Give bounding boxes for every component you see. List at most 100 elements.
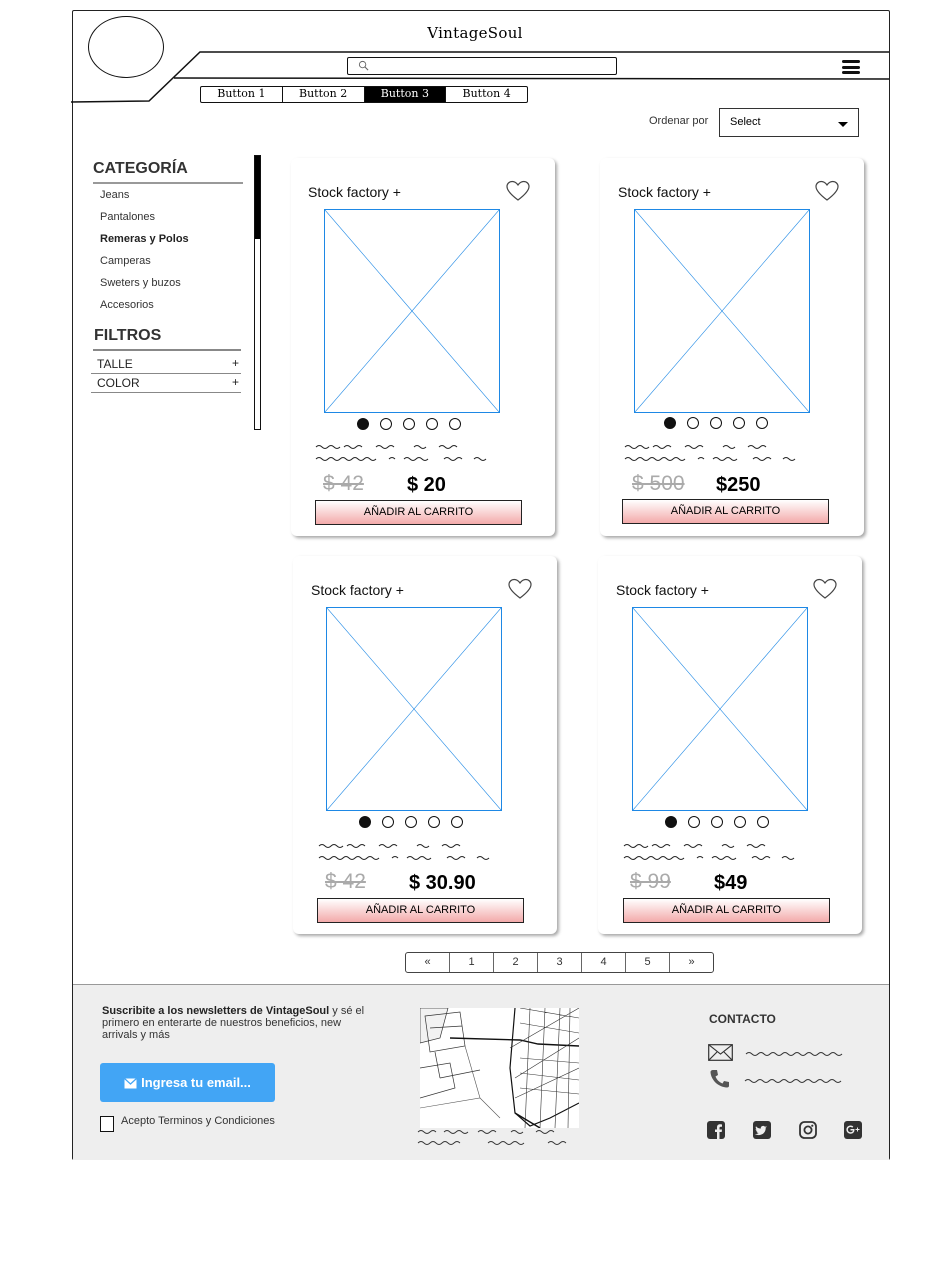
carousel-dot[interactable] (688, 816, 700, 828)
add-to-cart-button[interactable]: AÑADIR AL CARRITO (317, 898, 524, 923)
filters-title: FILTROS (94, 327, 162, 344)
phone-icon (710, 1070, 729, 1088)
carousel-dot[interactable] (757, 816, 769, 828)
category-title: CATEGORÍA (93, 160, 188, 177)
location-map[interactable] (420, 1008, 579, 1128)
expand-plus-icon[interactable]: + (232, 356, 239, 370)
contact-title: CONTACTO (709, 1012, 776, 1026)
email-icon (708, 1044, 733, 1061)
newsletter-email-button[interactable]: Ingresa tu email... (100, 1063, 275, 1102)
phone-scribble (744, 1079, 842, 1083)
sale-price: $ 20 (407, 474, 446, 496)
carousel-dot[interactable] (665, 816, 677, 828)
pagination-first[interactable]: « (406, 953, 450, 972)
newsletter-bold: Suscribite a los newsletters de VintageS… (102, 1005, 330, 1017)
product-image-placeholder[interactable] (634, 209, 810, 413)
image-carousel-dots (665, 816, 785, 830)
filters-divider (93, 349, 241, 351)
original-price: $ 99 (630, 870, 671, 893)
hamburger-menu-icon[interactable] (842, 60, 860, 76)
product-brand[interactable]: Stock factory + (618, 184, 711, 200)
instagram-icon[interactable] (799, 1121, 817, 1139)
product-card[interactable]: Stock factory + $ 99 $49 AÑADIR AL CARRI… (598, 556, 862, 934)
pagination-page-5[interactable]: 5 (626, 953, 670, 972)
add-to-cart-button[interactable]: AÑADIR AL CARRITO (622, 499, 829, 524)
carousel-dot[interactable] (405, 816, 417, 828)
pagination-page-3[interactable]: 3 (538, 953, 582, 972)
heart-icon[interactable] (813, 578, 837, 600)
product-image-placeholder[interactable] (324, 209, 500, 413)
carousel-dot[interactable] (756, 417, 768, 429)
chevron-down-icon (838, 122, 848, 127)
sidebar-item-remeras[interactable]: Remeras y Polos (100, 233, 189, 245)
carousel-dot[interactable] (734, 816, 746, 828)
product-brand[interactable]: Stock factory + (616, 582, 709, 598)
email-scribble (745, 1052, 843, 1056)
product-card[interactable]: Stock factory + $ 500 $250 AÑADIR AL CAR… (600, 158, 864, 536)
product-brand[interactable]: Stock factory + (311, 582, 404, 598)
carousel-dot[interactable] (451, 816, 463, 828)
pagination: « 1 2 3 4 5 » (405, 952, 714, 973)
pagination-last[interactable]: » (670, 953, 713, 972)
google-plus-icon[interactable] (844, 1121, 862, 1139)
search-input[interactable] (347, 57, 617, 75)
carousel-dot[interactable] (357, 418, 369, 430)
sidebar-item-jeans[interactable]: Jeans (100, 189, 129, 201)
carousel-dot[interactable] (403, 418, 415, 430)
carousel-dot[interactable] (711, 816, 723, 828)
pagination-page-2[interactable]: 2 (494, 953, 538, 972)
image-carousel-dots (359, 816, 479, 830)
nav-button-2[interactable]: Button 2 (283, 87, 365, 102)
pagination-page-4[interactable]: 4 (582, 953, 626, 972)
twitter-icon[interactable] (753, 1121, 771, 1139)
carousel-dot[interactable] (359, 816, 371, 828)
product-card[interactable]: Stock factory + $ 42 $ 20 AÑADIR AL CARR… (291, 158, 555, 536)
carousel-dot[interactable] (664, 417, 676, 429)
carousel-dot[interactable] (380, 418, 392, 430)
product-card[interactable]: Stock factory + $ 42 $ 30.90 AÑADIR AL C… (293, 556, 557, 934)
facebook-icon[interactable] (707, 1121, 725, 1139)
carousel-dot[interactable] (733, 417, 745, 429)
sort-label: Ordenar por (649, 115, 709, 127)
sort-select[interactable]: Select (719, 108, 859, 137)
image-carousel-dots (357, 418, 477, 432)
newsletter-email-label: Ingresa tu email... (141, 1075, 251, 1090)
scrollbar-thumb[interactable] (255, 156, 260, 239)
filter-talle[interactable]: TALLE + (91, 355, 241, 374)
carousel-dot[interactable] (449, 418, 461, 430)
search-icon (358, 60, 369, 71)
sale-price: $ 30.90 (409, 872, 476, 894)
carousel-dot[interactable] (382, 816, 394, 828)
filter-talle-label: TALLE (97, 357, 133, 371)
sale-price: $250 (716, 474, 761, 496)
description-scribble (318, 844, 490, 860)
heart-icon[interactable] (508, 578, 532, 600)
add-to-cart-button[interactable]: AÑADIR AL CARRITO (315, 500, 522, 525)
heart-icon[interactable] (815, 180, 839, 202)
sidebar-scrollbar[interactable] (254, 155, 261, 430)
site-title[interactable]: VintageSoul (380, 24, 570, 42)
sidebar-item-accesorios[interactable]: Accesorios (100, 299, 154, 311)
sidebar-item-camperas[interactable]: Camperas (100, 255, 151, 267)
filter-color-label: COLOR (97, 376, 140, 390)
sidebar-item-sweters[interactable]: Sweters y buzos (100, 277, 181, 289)
envelope-icon (124, 1078, 137, 1089)
nav-button-3[interactable]: Button 3 (364, 87, 447, 102)
carousel-dot[interactable] (710, 417, 722, 429)
carousel-dot[interactable] (426, 418, 438, 430)
nav-button-4[interactable]: Button 4 (446, 87, 527, 102)
product-image-placeholder[interactable] (632, 607, 808, 811)
sort-selected-value: Select (730, 116, 761, 128)
product-brand[interactable]: Stock factory + (308, 184, 401, 200)
expand-plus-icon[interactable]: + (232, 375, 239, 389)
carousel-dot[interactable] (687, 417, 699, 429)
heart-icon[interactable] (506, 180, 530, 202)
pagination-page-1[interactable]: 1 (450, 953, 494, 972)
product-image-placeholder[interactable] (326, 607, 502, 811)
add-to-cart-button[interactable]: AÑADIR AL CARRITO (623, 898, 830, 923)
filter-color[interactable]: COLOR + (91, 374, 241, 393)
terms-checkbox[interactable] (100, 1116, 114, 1132)
sidebar-item-pantalones[interactable]: Pantalones (100, 211, 155, 223)
carousel-dot[interactable] (428, 816, 440, 828)
nav-button-1[interactable]: Button 1 (201, 87, 283, 102)
